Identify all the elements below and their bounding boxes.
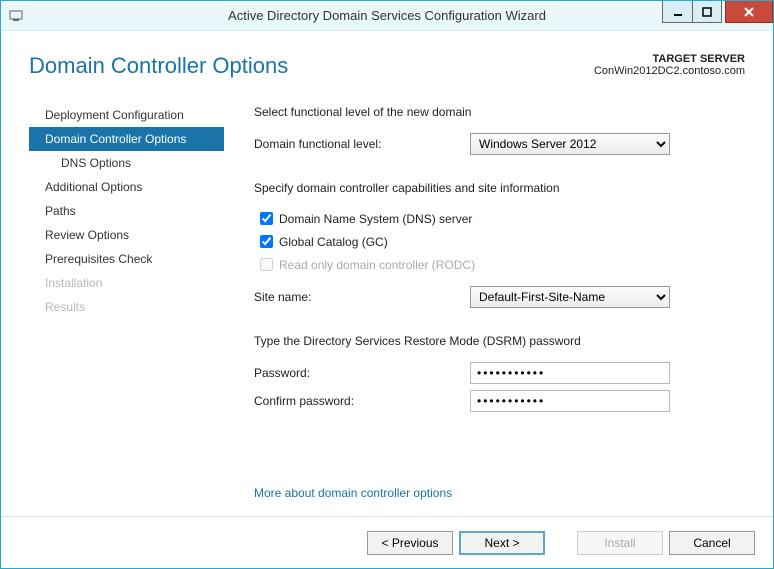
confirm-password-label: Confirm password: <box>254 394 470 408</box>
page-title: Domain Controller Options <box>29 53 288 79</box>
domain-level-select[interactable]: Windows Server 2012 <box>470 133 670 155</box>
rodc-checkbox-label: Read only domain controller (RODC) <box>279 258 475 272</box>
password-input[interactable] <box>470 362 670 384</box>
site-select[interactable]: Default-First-Site-Name <box>470 286 670 308</box>
minimize-button[interactable] <box>662 1 692 23</box>
confirm-password-input[interactable] <box>470 390 670 412</box>
sidebar-item-3[interactable]: Additional Options <box>29 175 224 199</box>
sidebar-item-7: Installation <box>29 271 224 295</box>
main-pane: Select functional level of the new domai… <box>224 103 745 516</box>
previous-button[interactable]: < Previous <box>367 531 453 555</box>
select-level-label: Select functional level of the new domai… <box>254 105 745 119</box>
close-button[interactable] <box>725 1 773 23</box>
dns-checkbox-row: Domain Name System (DNS) server <box>254 209 745 228</box>
rodc-checkbox-row: Read only domain controller (RODC) <box>254 255 745 274</box>
domain-level-row: Domain functional level: Windows Server … <box>254 133 745 155</box>
wizard-body: Domain Controller Options TARGET SERVER … <box>1 31 773 516</box>
more-about-link[interactable]: More about domain controller options <box>254 456 745 500</box>
sidebar-item-0[interactable]: Deployment Configuration <box>29 103 224 127</box>
sidebar-item-1[interactable]: Domain Controller Options <box>29 127 224 151</box>
sidebar-item-8: Results <box>29 295 224 319</box>
site-label: Site name: <box>254 290 470 304</box>
install-button: Install <box>577 531 663 555</box>
wizard-window: Active Directory Domain Services Configu… <box>0 0 774 569</box>
gc-checkbox[interactable] <box>260 235 273 248</box>
target-server-box: TARGET SERVER ConWin2012DC2.contoso.com <box>594 53 745 77</box>
capabilities-label: Specify domain controller capabilities a… <box>254 181 745 195</box>
gc-checkbox-row: Global Catalog (GC) <box>254 232 745 251</box>
password-row: Password: <box>254 362 745 384</box>
sidebar-item-5[interactable]: Review Options <box>29 223 224 247</box>
sidebar-item-2[interactable]: DNS Options <box>29 151 224 175</box>
content-row: Deployment ConfigurationDomain Controlle… <box>29 103 745 516</box>
titlebar: Active Directory Domain Services Configu… <box>1 1 773 31</box>
header-row: Domain Controller Options TARGET SERVER … <box>29 53 745 79</box>
target-server-label: TARGET SERVER <box>594 53 745 65</box>
site-row: Site name: Default-First-Site-Name <box>254 286 745 308</box>
dns-checkbox-label[interactable]: Domain Name System (DNS) server <box>279 212 472 226</box>
gc-checkbox-label[interactable]: Global Catalog (GC) <box>279 235 388 249</box>
cancel-button[interactable]: Cancel <box>669 531 755 555</box>
maximize-button[interactable] <box>692 1 722 23</box>
app-icon <box>7 7 25 25</box>
sidebar-item-4[interactable]: Paths <box>29 199 224 223</box>
next-button[interactable]: Next > <box>459 531 545 555</box>
window-title: Active Directory Domain Services Configu… <box>1 8 773 23</box>
footer: < Previous Next > Install Cancel <box>1 516 773 568</box>
confirm-password-row: Confirm password: <box>254 390 745 412</box>
rodc-checkbox <box>260 258 273 271</box>
target-server-value: ConWin2012DC2.contoso.com <box>594 65 745 77</box>
wizard-steps-sidebar: Deployment ConfigurationDomain Controlle… <box>29 103 224 516</box>
dsrm-label: Type the Directory Services Restore Mode… <box>254 334 745 348</box>
dns-checkbox[interactable] <box>260 212 273 225</box>
window-controls <box>662 1 773 23</box>
domain-level-label: Domain functional level: <box>254 137 470 151</box>
sidebar-item-6[interactable]: Prerequisites Check <box>29 247 224 271</box>
password-label: Password: <box>254 366 470 380</box>
